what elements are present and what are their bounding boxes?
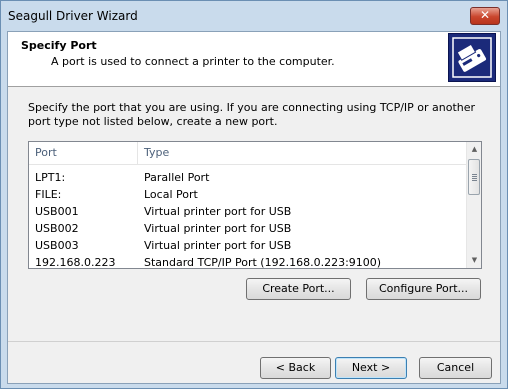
- configure-port-button[interactable]: Configure Port...: [366, 278, 481, 300]
- port-name: LPT1:: [35, 171, 66, 184]
- cancel-button[interactable]: Cancel: [419, 357, 492, 379]
- scrollbar-thumb[interactable]: [468, 159, 480, 195]
- port-type: Virtual printer port for USB: [144, 222, 292, 235]
- port-type: Standard TCP/IP Port (192.168.0.223:9100…: [144, 256, 382, 269]
- port-type: Virtual printer port for USB: [144, 205, 292, 218]
- title-bar: Seagull Driver Wizard ✕: [1, 1, 509, 31]
- vertical-scrollbar[interactable]: ▲ ▼: [466, 142, 481, 268]
- printer-icon: [448, 33, 496, 82]
- list-item[interactable]: 192.168.0.223 Standard TCP/IP Port (192.…: [29, 254, 466, 269]
- port-list[interactable]: Port Type LPT1: Parallel Port FILE: Loca…: [28, 141, 482, 269]
- list-item[interactable]: LPT1: Parallel Port: [29, 169, 466, 186]
- back-button[interactable]: < Back: [260, 357, 331, 379]
- port-type: Virtual printer port for USB: [144, 239, 292, 252]
- instructions-text: Specify the port that you are using. If …: [28, 101, 476, 128]
- wizard-client-area: Specify Port A port is used to connect a…: [7, 31, 501, 384]
- scroll-up-icon[interactable]: ▲: [467, 142, 481, 157]
- port-name: FILE:: [35, 188, 62, 201]
- list-item[interactable]: FILE: Local Port: [29, 186, 466, 203]
- list-header: Port Type: [29, 142, 466, 165]
- create-port-button[interactable]: Create Port...: [246, 278, 351, 300]
- port-name: 192.168.0.223: [35, 256, 116, 269]
- close-button[interactable]: ✕: [470, 7, 500, 25]
- wizard-window: Seagull Driver Wizard ✕ Specify Port A p…: [0, 0, 508, 389]
- column-divider[interactable]: [137, 142, 138, 164]
- column-header-port[interactable]: Port: [35, 142, 57, 164]
- port-name: USB001: [35, 205, 79, 218]
- wizard-header: Specify Port A port is used to connect a…: [8, 32, 500, 87]
- scroll-down-icon[interactable]: ▼: [467, 253, 481, 268]
- footer-divider: [8, 341, 500, 342]
- list-item[interactable]: USB001 Virtual printer port for USB: [29, 203, 466, 220]
- list-item[interactable]: USB003 Virtual printer port for USB: [29, 237, 466, 254]
- column-header-type[interactable]: Type: [144, 142, 169, 164]
- port-type: Parallel Port: [144, 171, 210, 184]
- page-title: Specify Port: [21, 39, 97, 52]
- next-button[interactable]: Next >: [335, 357, 407, 379]
- port-name: USB003: [35, 239, 79, 252]
- list-item[interactable]: USB002 Virtual printer port for USB: [29, 220, 466, 237]
- port-name: USB002: [35, 222, 79, 235]
- port-type: Local Port: [144, 188, 198, 201]
- window-title: Seagull Driver Wizard: [8, 9, 138, 23]
- page-subtitle: A port is used to connect a printer to t…: [51, 55, 335, 68]
